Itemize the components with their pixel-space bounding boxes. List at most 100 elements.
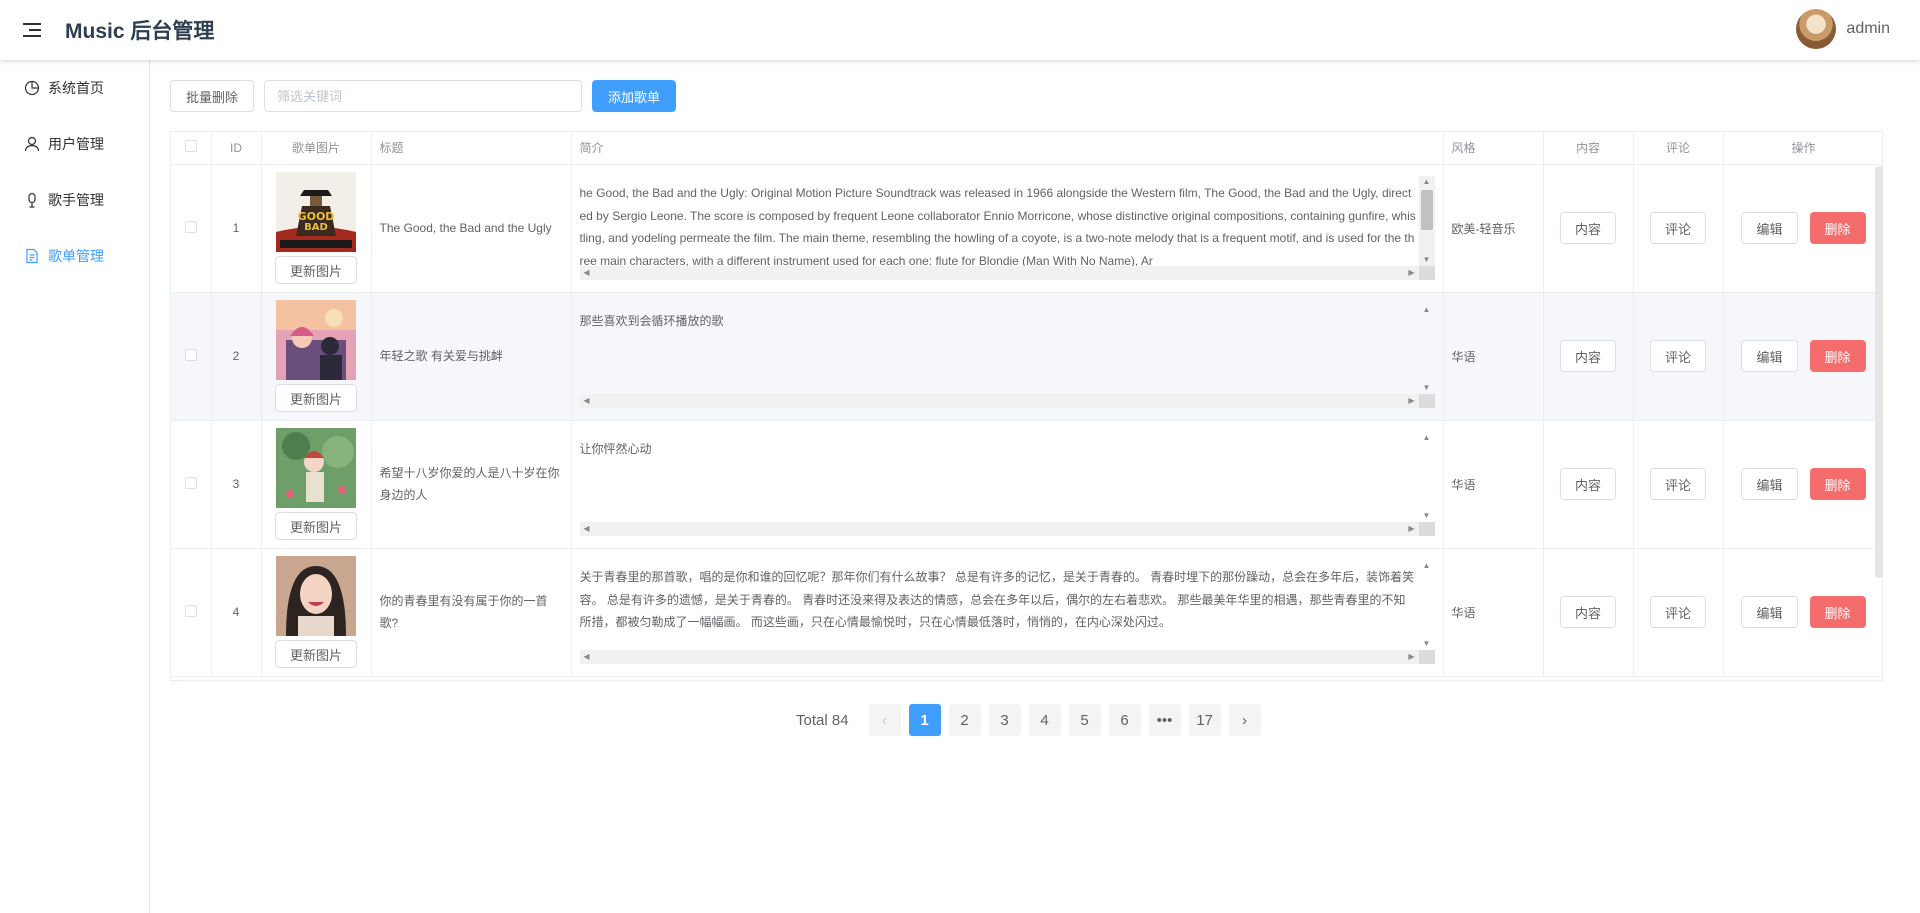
user-icon: [24, 136, 40, 152]
sidebar-item-singers[interactable]: 歌手管理: [0, 172, 149, 228]
row-checkbox[interactable]: [184, 604, 197, 617]
page-button[interactable]: 2: [948, 704, 981, 736]
intro-vertical-scrollbar[interactable]: ▲ ▼: [1418, 432, 1435, 522]
scroll-up-icon[interactable]: ▲: [1419, 304, 1435, 316]
update-image-button[interactable]: 更新图片: [274, 640, 357, 668]
batch-delete-button[interactable]: 批量删除: [170, 80, 255, 112]
update-image-button[interactable]: 更新图片: [274, 384, 357, 412]
sidebar-item-users[interactable]: 用户管理: [0, 116, 149, 172]
comment-button[interactable]: 评论: [1649, 340, 1706, 372]
row-checkbox[interactable]: [184, 348, 197, 361]
add-playlist-button[interactable]: 添加歌单: [592, 80, 677, 112]
page-button[interactable]: 1: [908, 704, 941, 736]
intro-horizontal-scrollbar[interactable]: ◀ ▶: [579, 650, 1419, 664]
intro-text: 关于青春里的那首歌，唱的是你和谁的回忆呢？那年你们有什么故事？ 总是有许多的记忆…: [579, 570, 1415, 629]
scroll-left-icon[interactable]: ◀: [580, 650, 594, 664]
edit-button[interactable]: 编辑: [1741, 212, 1798, 244]
scroll-down-icon[interactable]: ▼: [1419, 638, 1435, 650]
scroll-left-icon[interactable]: ◀: [580, 522, 594, 536]
search-input[interactable]: [264, 80, 583, 112]
row-select-cell[interactable]: [171, 420, 212, 549]
intro-textarea[interactable]: 那些喜欢到会循环播放的歌 ▲ ▼ ◀ ▶: [579, 304, 1435, 408]
intro-textarea[interactable]: 关于青春里的那首歌，唱的是你和谁的回忆呢？那年你们有什么故事？ 总是有许多的记忆…: [579, 560, 1435, 664]
intro-horizontal-scrollbar[interactable]: ◀ ▶: [579, 266, 1419, 280]
row-select-cell[interactable]: [171, 164, 212, 293]
content-cell: 内容: [1543, 420, 1634, 549]
delete-button[interactable]: 删除: [1809, 340, 1866, 372]
content-cell: 内容: [1543, 548, 1634, 677]
actions-cell: 编辑 删除: [1723, 548, 1882, 677]
scroll-left-icon[interactable]: ◀: [580, 266, 594, 280]
update-image-button[interactable]: 更新图片: [274, 512, 357, 540]
scroll-right-icon[interactable]: ▶: [1405, 266, 1419, 280]
scroll-right-icon[interactable]: ▶: [1405, 522, 1419, 536]
row-checkbox[interactable]: [184, 476, 197, 489]
delete-button[interactable]: 删除: [1809, 596, 1866, 628]
delete-button[interactable]: 删除: [1809, 212, 1866, 244]
content-button[interactable]: 内容: [1559, 596, 1616, 628]
content-button[interactable]: 内容: [1559, 212, 1616, 244]
scroll-right-icon[interactable]: ▶: [1405, 394, 1419, 408]
scroll-up-icon[interactable]: ▲: [1419, 560, 1435, 572]
content-cell: 内容: [1543, 164, 1634, 293]
edit-button[interactable]: 编辑: [1741, 340, 1798, 372]
edit-button[interactable]: 编辑: [1741, 596, 1798, 628]
sidebar-item-home[interactable]: 系统首页: [0, 60, 149, 116]
comment-button[interactable]: 评论: [1649, 212, 1706, 244]
edit-button[interactable]: 编辑: [1741, 468, 1798, 500]
intro-cell: he Good, the Bad and the Ugly: Original …: [571, 164, 1444, 293]
microphone-icon: [28, 192, 36, 208]
cover-cell: GOOD BAD 更新图片: [261, 164, 372, 293]
content-button[interactable]: 内容: [1559, 468, 1616, 500]
next-page-button[interactable]: ›: [1228, 704, 1261, 736]
intro-textarea[interactable]: 让你怦然心动 ▲ ▼ ◀ ▶: [579, 432, 1435, 536]
page-button[interactable]: 17: [1188, 704, 1221, 736]
page-button[interactable]: 4: [1028, 704, 1061, 736]
row-select-cell[interactable]: [171, 548, 212, 677]
page-button[interactable]: 3: [988, 704, 1021, 736]
intro-vertical-scrollbar[interactable]: ▲ ▼: [1418, 560, 1435, 650]
cover-cell: 更新图片: [261, 420, 372, 549]
sidebar: 系统首页 用户管理 歌手管理 歌单管理: [0, 60, 150, 913]
title-cell: The Good, the Bad and the Ugly: [371, 164, 572, 293]
row-select-cell[interactable]: [171, 292, 212, 421]
select-all-checkbox[interactable]: [184, 140, 197, 153]
username[interactable]: admin: [1846, 20, 1890, 38]
scroll-up-icon[interactable]: ▲: [1419, 432, 1435, 444]
intro-textarea[interactable]: he Good, the Bad and the Ugly: Original …: [579, 176, 1435, 280]
comment-cell: 评论: [1633, 420, 1724, 549]
scroll-up-icon[interactable]: ▲: [1419, 176, 1435, 188]
row-checkbox[interactable]: [184, 220, 197, 233]
scroll-down-icon[interactable]: ▼: [1419, 382, 1435, 394]
cover-cell: 更新图片: [261, 292, 372, 421]
more-pages-button[interactable]: •••: [1148, 704, 1181, 736]
comment-button[interactable]: 评论: [1649, 468, 1706, 500]
intro-vertical-scrollbar[interactable]: ▲ ▼: [1418, 304, 1435, 394]
scroll-right-icon[interactable]: ▶: [1405, 650, 1419, 664]
page-button[interactable]: 5: [1068, 704, 1101, 736]
intro-horizontal-scrollbar[interactable]: ◀ ▶: [579, 394, 1419, 408]
app-title: Music 后台管理: [65, 20, 215, 43]
user-menu[interactable]: admin: [1796, 9, 1890, 49]
scroll-down-icon[interactable]: ▼: [1419, 254, 1435, 266]
playlist-title: 年轻之歌 有关爱与挑衅: [379, 349, 503, 363]
intro-horizontal-scrollbar[interactable]: ◀ ▶: [579, 522, 1419, 536]
table-vertical-scrollbar[interactable]: [1875, 166, 1883, 578]
sidebar-item-playlists[interactable]: 歌单管理: [0, 228, 149, 284]
menu-toggle-icon[interactable]: [23, 23, 41, 37]
toolbar: 批量删除 添加歌单: [170, 80, 677, 112]
row-id: 3: [211, 420, 262, 549]
sidebar-item-label: 系统首页: [48, 80, 104, 96]
avatar[interactable]: [1796, 9, 1837, 49]
scroll-down-icon[interactable]: ▼: [1419, 510, 1435, 522]
row-id: 4: [211, 548, 262, 677]
prev-page-button[interactable]: ‹: [868, 704, 901, 736]
page-button[interactable]: 6: [1108, 704, 1141, 736]
intro-vertical-scrollbar[interactable]: ▲ ▼: [1418, 176, 1435, 266]
content-button[interactable]: 内容: [1559, 340, 1616, 372]
delete-button[interactable]: 删除: [1809, 468, 1866, 500]
select-all-cell[interactable]: [171, 132, 212, 165]
scroll-left-icon[interactable]: ◀: [580, 394, 594, 408]
update-image-button[interactable]: 更新图片: [274, 256, 357, 284]
comment-button[interactable]: 评论: [1649, 596, 1706, 628]
